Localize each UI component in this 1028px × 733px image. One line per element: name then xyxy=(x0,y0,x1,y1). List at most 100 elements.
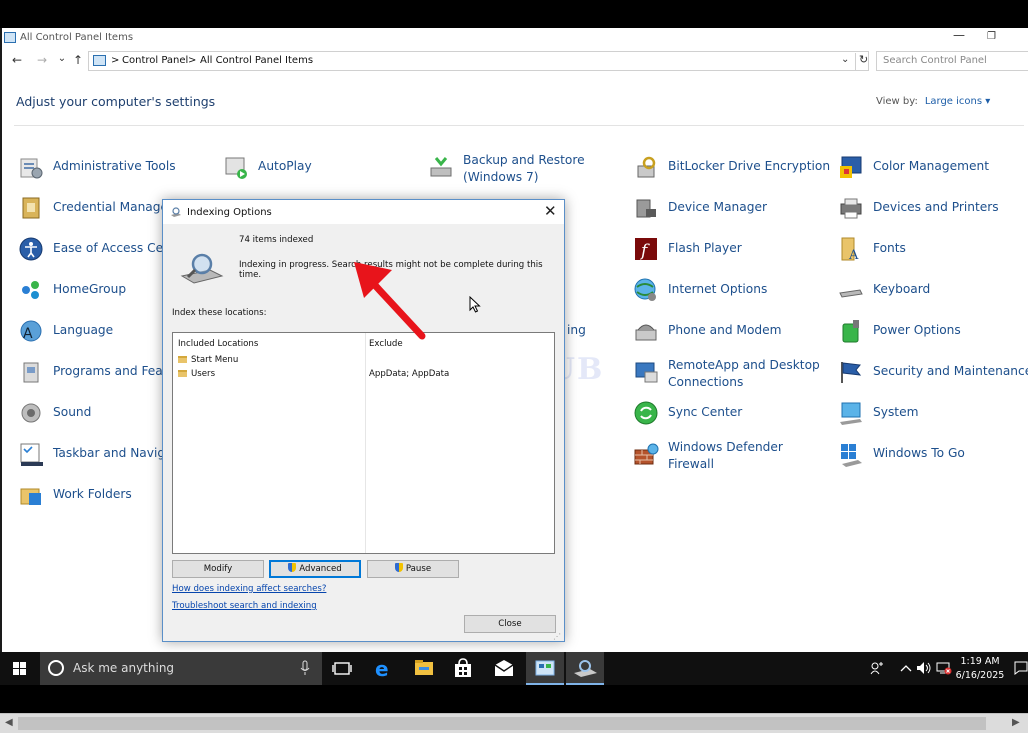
modify-button[interactable]: Modify xyxy=(172,560,264,578)
item-label: Sync Center xyxy=(668,405,743,419)
edge-taskbar-button[interactable]: e xyxy=(365,652,403,685)
back-button[interactable]: ← xyxy=(10,53,24,69)
item-system[interactable]: System xyxy=(838,398,1018,432)
item-fonts[interactable]: A Fonts xyxy=(838,234,1018,268)
locations-table[interactable]: Included Locations Exclude Start Menu Us… xyxy=(172,332,555,554)
item-label: System xyxy=(873,405,919,419)
troubleshoot-link[interactable]: Troubleshoot search and indexing xyxy=(172,601,317,611)
work-folders-icon xyxy=(20,488,41,505)
action-center-icon[interactable] xyxy=(1014,661,1028,675)
item-indexing-options[interactable]: ing xyxy=(567,316,607,350)
breadcrumb-all-items[interactable]: All Control Panel Items xyxy=(200,55,313,66)
microphone-icon[interactable] xyxy=(300,660,310,676)
horizontal-scrollbar[interactable]: ◀ ▶ xyxy=(0,713,1028,733)
item-label: Ease of Access Cent xyxy=(53,241,176,255)
dialog-titlebar: Indexing Options ✕ xyxy=(163,200,564,224)
item-security-maintenance[interactable]: Security and Maintenance xyxy=(838,357,1028,391)
item-label: Power Options xyxy=(873,323,961,337)
address-dropdown-icon[interactable]: ⌄ xyxy=(841,54,849,65)
item-devices-printers[interactable]: Devices and Printers xyxy=(838,193,1018,227)
homegroup-icon xyxy=(22,281,39,299)
close-icon[interactable]: ✕ xyxy=(544,202,557,220)
item-ease-of-access[interactable]: Ease of Access Cent xyxy=(18,234,176,268)
uac-shield-icon xyxy=(394,563,403,572)
item-autoplay[interactable]: AutoPlay xyxy=(223,152,413,186)
item-color-management[interactable]: Color Management xyxy=(838,152,1018,186)
item-bitlocker[interactable]: BitLocker Drive Encryption xyxy=(633,152,833,186)
column-header-exclude[interactable]: Exclude xyxy=(369,339,403,349)
recent-locations-button[interactable]: ⌄ xyxy=(55,53,69,69)
volume-icon[interactable] xyxy=(916,661,932,675)
file-explorer-taskbar-button[interactable] xyxy=(405,652,443,685)
item-remoteapp[interactable]: RemoteApp and Desktop Connections xyxy=(633,357,833,391)
device-manager-icon xyxy=(636,199,656,218)
item-label: Credential Manager xyxy=(53,200,174,214)
item-label-line2: Firewall xyxy=(668,457,714,471)
item-windows-defender-firewall[interactable]: Windows Defender Firewall xyxy=(633,439,823,473)
indexing-options-taskbar-button[interactable] xyxy=(566,652,604,685)
bitlocker-icon xyxy=(637,156,656,178)
item-sync-center[interactable]: Sync Center xyxy=(633,398,823,432)
view-by: View by: Large icons ▾ xyxy=(876,96,990,107)
item-flash-player[interactable]: f Flash Player xyxy=(633,234,823,268)
item-device-manager[interactable]: Device Manager xyxy=(633,193,823,227)
search-input[interactable]: Search Control Panel xyxy=(876,51,1028,71)
clock-date: 6/16/2025 xyxy=(955,670,1005,681)
item-administrative-tools[interactable]: Administrative Tools xyxy=(18,152,208,186)
programs-features-icon xyxy=(23,362,39,383)
uac-shield-icon xyxy=(288,563,297,572)
breadcrumb-control-panel[interactable]: Control Panel xyxy=(122,55,188,66)
location-row[interactable]: Users xyxy=(178,369,215,379)
item-credential-manager[interactable]: Credential Manager xyxy=(18,193,173,227)
svg-text:A: A xyxy=(848,248,859,262)
item-backup-restore[interactable]: Backup and Restore (Windows 7) xyxy=(428,152,618,186)
indexing-help-link[interactable]: How does indexing affect searches? xyxy=(172,584,326,594)
item-programs-features[interactable]: Programs and Featu xyxy=(18,357,175,391)
item-keyboard[interactable]: Keyboard xyxy=(838,275,1018,309)
task-view-button[interactable] xyxy=(323,652,361,685)
control-panel-taskbar-button[interactable] xyxy=(526,652,564,685)
restore-button[interactable]: ❐ xyxy=(987,31,999,43)
forward-button[interactable]: → xyxy=(35,53,49,69)
scroll-left-icon[interactable]: ◀ xyxy=(5,717,13,728)
store-taskbar-button[interactable] xyxy=(444,652,482,685)
item-label: Internet Options xyxy=(668,282,768,296)
address-bar[interactable]: > Control Panel > All Control Panel Item… xyxy=(88,51,869,71)
security-maintenance-icon xyxy=(841,362,862,383)
chevron-up-icon[interactable] xyxy=(900,663,912,673)
minimize-button[interactable]: — xyxy=(952,28,966,46)
location-row[interactable]: Start Menu xyxy=(178,355,238,365)
taskbar-search-box[interactable]: Ask me anything xyxy=(40,652,322,685)
mail-taskbar-button[interactable] xyxy=(485,652,523,685)
item-label: ing xyxy=(567,323,586,337)
item-label: Device Manager xyxy=(668,200,767,214)
location-exclude: AppData; AppData xyxy=(369,369,450,379)
item-internet-options[interactable]: Internet Options xyxy=(633,275,823,309)
resize-grip-icon[interactable]: ⋰ xyxy=(553,632,561,641)
control-panel-icon xyxy=(535,660,555,676)
item-work-folders[interactable]: Work Folders xyxy=(18,480,164,514)
scrollbar-thumb[interactable] xyxy=(18,717,986,730)
item-label: Backup and Restore (Windows 7) xyxy=(463,152,585,186)
item-language[interactable]: A Language xyxy=(18,316,164,350)
taskbar-clock[interactable]: 1:19 AM 6/16/2025 xyxy=(950,655,1010,683)
item-phone-modem[interactable]: Phone and Modem xyxy=(633,316,823,350)
refresh-button[interactable]: ↻ xyxy=(855,53,868,70)
indexing-status-icon xyxy=(180,253,224,284)
advanced-button[interactable]: Advanced xyxy=(269,560,361,578)
keyboard-icon xyxy=(839,289,863,298)
pause-button[interactable]: Pause xyxy=(367,560,459,578)
view-by-dropdown[interactable]: Large icons ▾ xyxy=(925,96,990,107)
people-icon[interactable] xyxy=(870,661,884,675)
start-button[interactable] xyxy=(0,652,40,685)
scroll-right-icon[interactable]: ▶ xyxy=(1012,717,1020,728)
close-button[interactable]: Close xyxy=(464,615,556,633)
item-sound[interactable]: Sound xyxy=(18,398,164,432)
item-windows-to-go[interactable]: Windows To Go xyxy=(838,439,1018,473)
column-header-included[interactable]: Included Locations xyxy=(178,339,258,349)
cortana-icon xyxy=(48,660,64,676)
item-taskbar-navigation[interactable]: Taskbar and Naviga xyxy=(18,439,173,473)
item-power-options[interactable]: Power Options xyxy=(838,316,1018,350)
item-homegroup[interactable]: HomeGroup xyxy=(18,275,164,309)
up-button[interactable]: ↑ xyxy=(71,53,85,69)
